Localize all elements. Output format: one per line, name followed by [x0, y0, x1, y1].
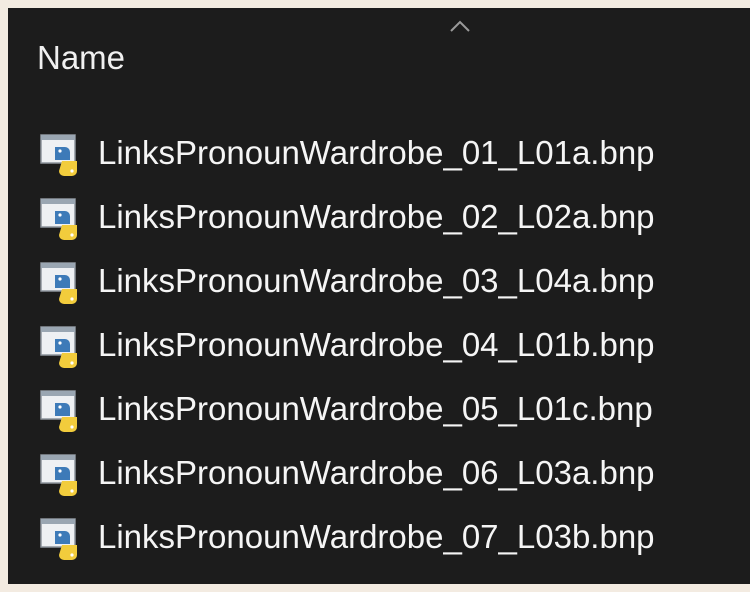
- file-list: LinksPronounWardrobe_01_L01a.bnp LinksPr…: [8, 122, 750, 570]
- python-file-icon: [40, 326, 77, 368]
- file-row[interactable]: LinksPronounWardrobe_06_L03a.bnp: [8, 442, 750, 506]
- file-explorer-window: Name LinksPronounWardrobe_01_L01a.bnp Li…: [8, 8, 750, 584]
- python-file-icon: [40, 134, 77, 176]
- python-file-icon: [40, 454, 77, 496]
- file-row[interactable]: LinksPronounWardrobe_02_L02a.bnp: [8, 186, 750, 250]
- file-row[interactable]: LinksPronounWardrobe_07_L03b.bnp: [8, 506, 750, 570]
- file-row[interactable]: LinksPronounWardrobe_04_L01b.bnp: [8, 314, 750, 378]
- file-name[interactable]: LinksPronounWardrobe_02_L02a.bnp: [98, 197, 655, 237]
- file-name[interactable]: LinksPronounWardrobe_03_L04a.bnp: [98, 261, 655, 301]
- file-row[interactable]: LinksPronounWardrobe_03_L04a.bnp: [8, 250, 750, 314]
- file-row[interactable]: LinksPronounWardrobe_01_L01a.bnp: [8, 122, 750, 186]
- file-name[interactable]: LinksPronounWardrobe_04_L01b.bnp: [98, 325, 655, 365]
- file-name[interactable]: LinksPronounWardrobe_01_L01a.bnp: [98, 133, 655, 173]
- python-file-icon: [40, 198, 77, 240]
- file-name[interactable]: LinksPronounWardrobe_07_L03b.bnp: [98, 517, 655, 557]
- file-name[interactable]: LinksPronounWardrobe_06_L03a.bnp: [98, 453, 655, 493]
- chevron-up-icon[interactable]: [448, 18, 472, 34]
- file-name[interactable]: LinksPronounWardrobe_05_L01c.bnp: [98, 389, 653, 429]
- name-column-header[interactable]: Name: [37, 38, 125, 78]
- python-file-icon: [40, 262, 77, 304]
- python-file-icon: [40, 390, 77, 432]
- file-row[interactable]: LinksPronounWardrobe_05_L01c.bnp: [8, 378, 750, 442]
- python-file-icon: [40, 518, 77, 560]
